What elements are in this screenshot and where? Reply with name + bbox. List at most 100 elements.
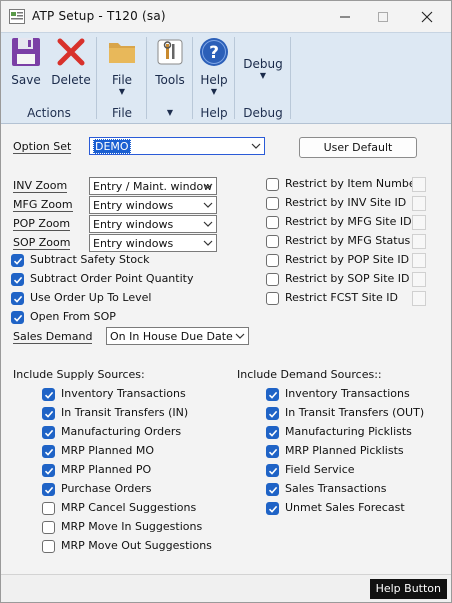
restrict-lookup-field[interactable] <box>412 234 426 249</box>
checkbox-checked[interactable] <box>11 254 24 267</box>
chevron-down-icon: ▼ <box>118 87 126 96</box>
checkbox-checked[interactable] <box>42 464 55 477</box>
svg-text:?: ? <box>209 43 219 63</box>
checkbox-label: Restrict by SOP Site ID <box>285 272 410 285</box>
checkbox-checked[interactable] <box>266 388 279 401</box>
checkbox-unchecked[interactable] <box>266 292 279 305</box>
checkbox-label: Open From SOP <box>30 310 116 323</box>
zoom-combo[interactable]: Entry windows <box>89 196 217 214</box>
checkbox-unchecked[interactable] <box>42 502 55 515</box>
chevron-down-icon: ▼ <box>259 71 267 80</box>
checkbox-checked[interactable] <box>266 426 279 439</box>
restrict-lookup-field[interactable] <box>412 177 426 192</box>
option-set-value: DEMO <box>93 139 131 154</box>
option-set-combo[interactable]: DEMO <box>89 137 265 155</box>
sales-demand-combo[interactable]: On In House Due Date <box>106 327 249 345</box>
checkbox-label: Restrict by POP Site ID <box>285 253 410 266</box>
checkbox-checked[interactable] <box>266 502 279 515</box>
ribbon: Save Delete Actions File ▼ File Tools ▼ … <box>1 32 451 124</box>
restrict-lookup-field[interactable] <box>412 215 426 230</box>
help-button-status[interactable]: Help Button <box>369 579 447 599</box>
checkbox-label: MRP Planned PO <box>61 463 152 476</box>
tools-icon <box>153 35 187 69</box>
chevron-down-icon <box>203 202 213 208</box>
checkbox-label: MRP Planned MO <box>61 444 155 457</box>
checkbox-unchecked[interactable] <box>266 178 279 191</box>
checkbox-checked[interactable] <box>266 483 279 496</box>
checkbox-checked[interactable] <box>11 292 24 305</box>
checkbox-unchecked[interactable] <box>266 273 279 286</box>
help-icon: ? <box>197 35 231 69</box>
ribbon-group-actions: Save Delete Actions <box>1 33 97 123</box>
maximize-button[interactable] <box>363 1 403 32</box>
checkbox-unchecked[interactable] <box>42 521 55 534</box>
window-title: ATP Setup - T120 (sa) <box>32 9 166 23</box>
chevron-down-icon <box>203 240 213 246</box>
checkbox-checked[interactable] <box>42 426 55 439</box>
checkbox-label: In Transit Transfers (OUT) <box>285 406 425 419</box>
chevron-down-icon <box>235 333 245 339</box>
minimize-icon <box>340 16 350 17</box>
checkbox-label: Inventory Transactions <box>285 387 410 400</box>
checkbox-checked[interactable] <box>42 388 55 401</box>
close-button[interactable] <box>407 1 447 32</box>
checkbox-checked[interactable] <box>42 407 55 420</box>
help-button[interactable]: ? Help ▼ <box>196 35 232 96</box>
save-button[interactable]: Save <box>8 35 44 87</box>
delete-button[interactable]: Delete <box>51 35 91 87</box>
checkbox-unchecked[interactable] <box>266 235 279 248</box>
checkbox-unchecked[interactable] <box>266 197 279 210</box>
demand-sources-title: Include Demand Sources:: <box>237 368 382 381</box>
zoom-label: SOP Zoom <box>13 236 71 250</box>
zoom-value: Entry windows <box>93 199 174 212</box>
minimize-button[interactable] <box>325 1 365 32</box>
supply-sources-title: Include Supply Sources: <box>13 368 145 381</box>
sales-demand-value: On In House Due Date <box>110 330 233 343</box>
option-set-label: Option Set <box>13 140 72 154</box>
checkbox-label: MRP Move Out Suggestions <box>61 539 212 552</box>
checkbox-label: Manufacturing Picklists <box>285 425 412 438</box>
zoom-value: Entry / Maint. window <box>93 180 213 193</box>
tools-button[interactable]: Tools <box>152 35 188 87</box>
checkbox-checked[interactable] <box>42 445 55 458</box>
zoom-combo[interactable]: Entry windows <box>89 234 217 252</box>
zoom-combo[interactable]: Entry / Maint. window <box>89 177 217 195</box>
checkbox-label: Field Service <box>285 463 355 476</box>
debug-button[interactable]: Debug ▼ <box>243 53 283 80</box>
checkbox-label: Manufacturing Orders <box>61 425 182 438</box>
tools-group-expander[interactable]: ▼ <box>147 108 193 117</box>
ribbon-group-file: File ▼ File <box>97 33 147 123</box>
checkbox-unchecked[interactable] <box>42 540 55 553</box>
restrict-lookup-field[interactable] <box>412 253 426 268</box>
sales-demand-label: Sales Demand <box>13 330 93 344</box>
restrict-lookup-field[interactable] <box>412 196 426 211</box>
zoom-label: POP Zoom <box>13 217 71 231</box>
checkbox-checked[interactable] <box>266 445 279 458</box>
restrict-lookup-field[interactable] <box>412 272 426 287</box>
atp-setup-form: Option Set DEMO User Default INV Zoom Ent… <box>1 124 451 574</box>
zoom-combo[interactable]: Entry windows <box>89 215 217 233</box>
checkbox-checked[interactable] <box>11 311 24 324</box>
checkbox-label: Purchase Orders <box>61 482 152 495</box>
maximize-icon <box>378 11 388 22</box>
checkbox-label: Subtract Safety Stock <box>30 253 150 266</box>
zoom-label: INV Zoom <box>13 179 68 193</box>
checkbox-label: MRP Cancel Suggestions <box>61 501 197 514</box>
user-default-button[interactable]: User Default <box>299 137 417 158</box>
chevron-down-icon <box>203 183 213 189</box>
checkbox-label: MRP Planned Picklists <box>285 444 404 457</box>
app-icon <box>9 9 25 24</box>
checkbox-label: Unmet Sales Forecast <box>285 501 405 514</box>
checkbox-unchecked[interactable] <box>266 254 279 267</box>
title-bar: ATP Setup - T120 (sa) <box>1 1 451 32</box>
checkbox-checked[interactable] <box>42 483 55 496</box>
checkbox-checked[interactable] <box>266 464 279 477</box>
checkbox-label: Use Order Up To Level <box>30 291 152 304</box>
checkbox-checked[interactable] <box>11 273 24 286</box>
checkbox-checked[interactable] <box>266 407 279 420</box>
delete-icon <box>54 35 88 69</box>
restrict-lookup-field[interactable] <box>412 291 426 306</box>
checkbox-unchecked[interactable] <box>266 216 279 229</box>
file-button[interactable]: File ▼ <box>104 35 140 96</box>
checkbox-label: Sales Transactions <box>285 482 387 495</box>
